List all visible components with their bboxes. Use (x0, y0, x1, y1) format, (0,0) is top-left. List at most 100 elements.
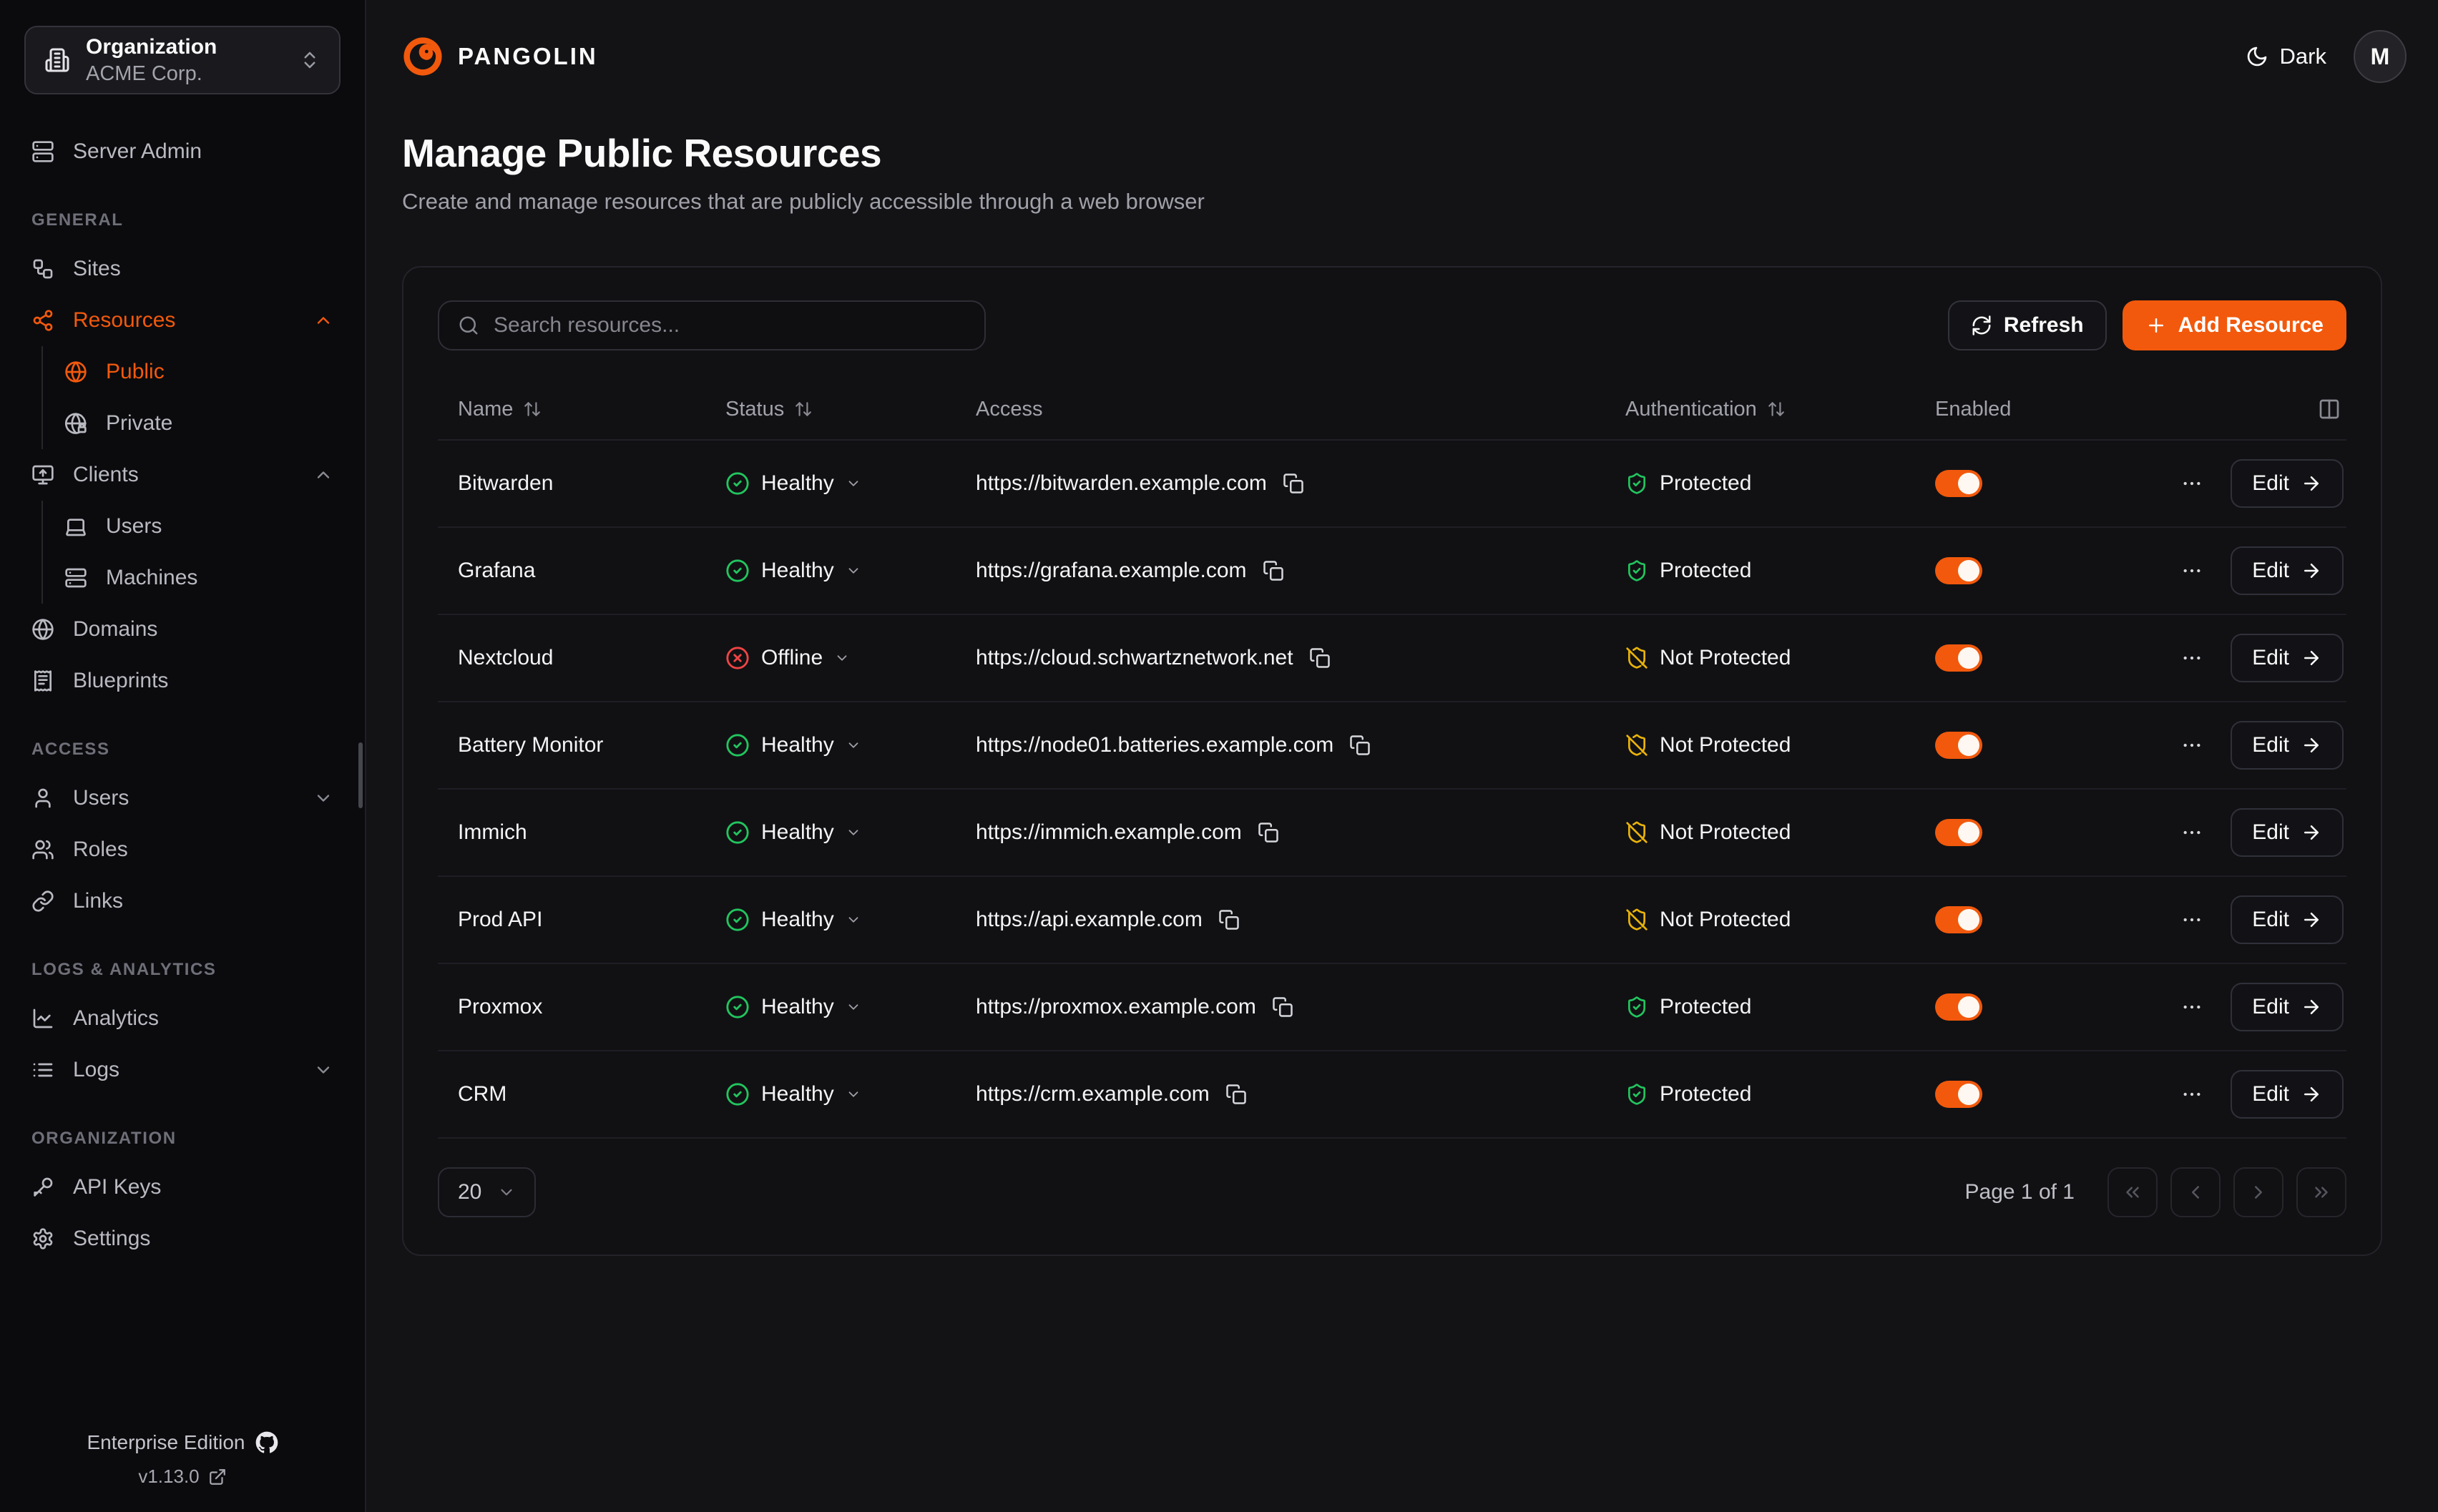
external-link-icon[interactable] (208, 1468, 227, 1486)
edit-button[interactable]: Edit (2231, 1070, 2344, 1119)
user-avatar[interactable]: M (2354, 30, 2407, 83)
enabled-cell (1935, 644, 2132, 672)
enabled-toggle[interactable] (1935, 1081, 1982, 1108)
brand[interactable]: PANGOLIN (402, 36, 598, 77)
sidebar-item-links[interactable]: Links (0, 875, 365, 927)
columns-view-icon[interactable] (2318, 398, 2341, 421)
status-select[interactable]: Healthy (725, 1082, 976, 1106)
copy-url-button[interactable] (1283, 473, 1304, 494)
enabled-toggle[interactable] (1935, 906, 1982, 933)
edit-button[interactable]: Edit (2231, 721, 2344, 770)
copy-url-button[interactable] (1225, 1084, 1247, 1105)
sidebar-item-server-admin[interactable]: Server Admin (0, 126, 365, 177)
resource-name: Bitwarden (458, 471, 553, 496)
resource-url[interactable]: https://immich.example.com (976, 820, 1242, 845)
edit-button[interactable]: Edit (2231, 634, 2344, 682)
sidebar-item-machines[interactable]: Machines (43, 552, 365, 604)
row-menu-button[interactable] (2180, 821, 2203, 844)
sidebar-scrollbar[interactable] (358, 742, 363, 808)
status-select[interactable]: Healthy (725, 733, 976, 757)
sidebar-item-domains[interactable]: Domains (0, 604, 365, 655)
sidebar-item-client-users[interactable]: Users (43, 501, 365, 552)
first-page-button[interactable] (2107, 1167, 2158, 1217)
arrow-right-icon (2301, 822, 2322, 843)
status-select[interactable]: Healthy (725, 908, 976, 932)
resource-url[interactable]: https://bitwarden.example.com (976, 471, 1267, 496)
next-page-button[interactable] (2233, 1167, 2283, 1217)
sidebar-item-clients[interactable]: Clients (0, 449, 365, 501)
edit-button[interactable]: Edit (2231, 459, 2344, 508)
resource-url[interactable]: https://grafana.example.com (976, 559, 1247, 583)
enabled-toggle[interactable] (1935, 732, 1982, 759)
copy-url-button[interactable] (1218, 909, 1240, 931)
copy-url-button[interactable] (1309, 647, 1331, 669)
sidebar-item-public[interactable]: Public (43, 346, 365, 398)
copy-url-button[interactable] (1349, 735, 1371, 756)
theme-toggle-button[interactable]: Dark (2246, 44, 2326, 69)
row-menu-button[interactable] (2180, 472, 2203, 495)
refresh-button[interactable]: Refresh (1948, 300, 2107, 350)
row-menu-button[interactable] (2180, 647, 2203, 669)
sidebar-item-logs[interactable]: Logs (0, 1044, 365, 1096)
search-input[interactable] (494, 313, 966, 338)
copy-url-button[interactable] (1263, 560, 1284, 581)
enabled-toggle[interactable] (1935, 557, 1982, 584)
sidebar-item-private[interactable]: Private (43, 398, 365, 449)
brand-name: PANGOLIN (458, 43, 598, 70)
resource-url[interactable]: https://proxmox.example.com (976, 995, 1256, 1019)
sidebar-footer: Enterprise Edition v1.13.0 (0, 1431, 365, 1488)
row-menu-button[interactable] (2180, 1083, 2203, 1106)
add-resource-button[interactable]: Add Resource (2123, 300, 2346, 350)
row-menu-button[interactable] (2180, 908, 2203, 931)
org-switcher[interactable]: Organization ACME Corp. (24, 26, 341, 94)
status-select[interactable]: Healthy (725, 995, 976, 1019)
sidebar-item-settings[interactable]: Settings (0, 1213, 365, 1265)
chevrons-right-icon (2311, 1182, 2332, 1203)
sidebar-item-api-keys[interactable]: API Keys (0, 1162, 365, 1213)
column-header-name[interactable]: Name (458, 398, 725, 421)
status-select[interactable]: Offline (725, 646, 976, 670)
column-header-status[interactable]: Status (725, 398, 976, 421)
sidebar-item-blueprints[interactable]: Blueprints (0, 655, 365, 707)
column-header-access: Access (976, 398, 1625, 421)
row-menu-button[interactable] (2180, 559, 2203, 582)
chevron-down-icon (313, 788, 333, 808)
enabled-toggle[interactable] (1935, 993, 1982, 1021)
page-size-select[interactable]: 20 (438, 1167, 536, 1217)
status-label: Healthy (761, 908, 834, 932)
edit-button[interactable]: Edit (2231, 808, 2344, 857)
github-icon[interactable] (255, 1431, 278, 1454)
sidebar-item-analytics[interactable]: Analytics (0, 993, 365, 1044)
sidebar-item-label: Sites (73, 257, 121, 281)
resource-url[interactable]: https://cloud.schwartznetwork.net (976, 646, 1293, 670)
sidebar-item-resources[interactable]: Resources (0, 295, 365, 346)
resource-name-cell: Proxmox (458, 995, 725, 1019)
sidebar-item-sites[interactable]: Sites (0, 243, 365, 295)
enabled-toggle[interactable] (1935, 644, 1982, 672)
sidebar-item-roles[interactable]: Roles (0, 824, 365, 875)
copy-url-button[interactable] (1258, 822, 1279, 843)
edit-button[interactable]: Edit (2231, 895, 2344, 944)
resource-url[interactable]: https://node01.batteries.example.com (976, 733, 1333, 757)
column-header-authentication[interactable]: Authentication (1625, 398, 1935, 421)
resource-url[interactable]: https://crm.example.com (976, 1082, 1210, 1106)
ellipsis-icon (2180, 472, 2203, 495)
actions-cell: Edit (2132, 721, 2346, 770)
chevron-down-icon (846, 912, 861, 928)
edit-button[interactable]: Edit (2231, 546, 2344, 595)
row-menu-button[interactable] (2180, 734, 2203, 757)
last-page-button[interactable] (2296, 1167, 2346, 1217)
copy-url-button[interactable] (1272, 996, 1293, 1018)
status-select[interactable]: Healthy (725, 820, 976, 845)
access-cell: https://api.example.com (976, 908, 1625, 932)
pangolin-logo-icon (402, 36, 444, 77)
row-menu-button[interactable] (2180, 996, 2203, 1018)
sidebar-item-users[interactable]: Users (0, 772, 365, 824)
resource-url[interactable]: https://api.example.com (976, 908, 1203, 932)
enabled-toggle[interactable] (1935, 470, 1982, 497)
edit-button[interactable]: Edit (2231, 983, 2344, 1031)
status-select[interactable]: Healthy (725, 559, 976, 583)
previous-page-button[interactable] (2170, 1167, 2221, 1217)
status-select[interactable]: Healthy (725, 471, 976, 496)
enabled-toggle[interactable] (1935, 819, 1982, 846)
